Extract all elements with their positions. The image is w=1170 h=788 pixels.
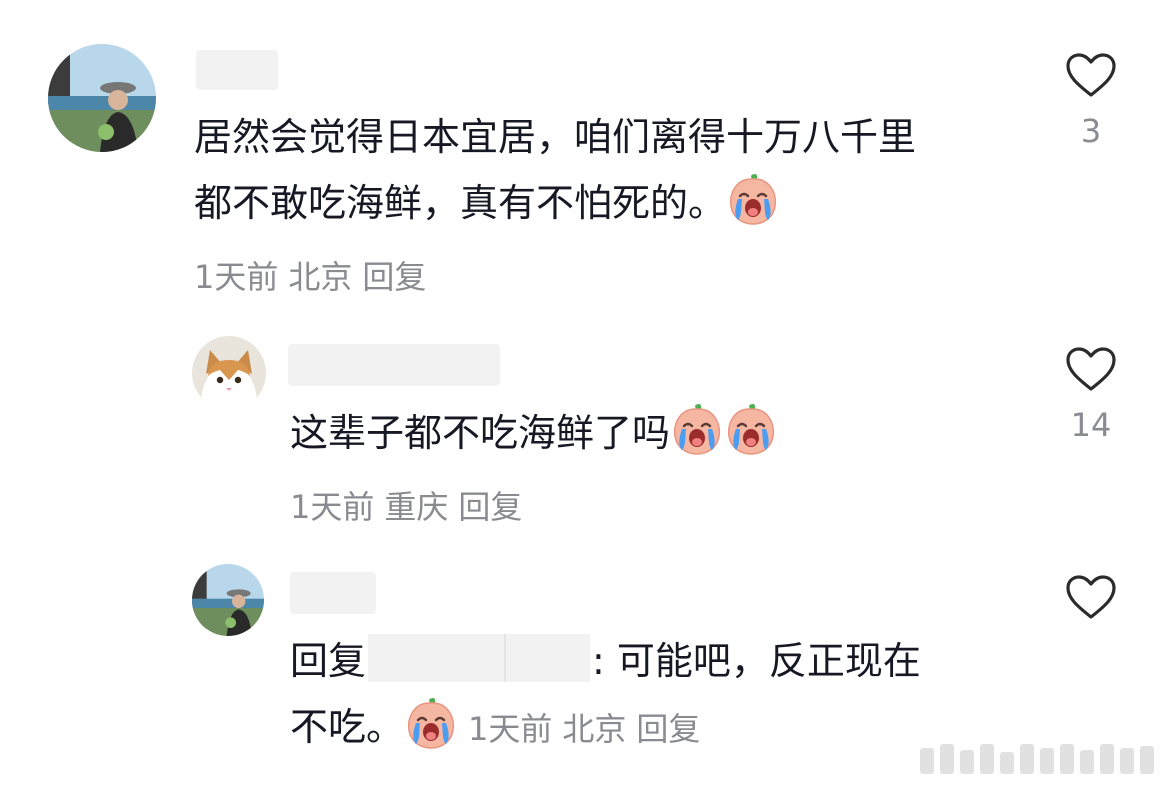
- crying-peach-emoji-icon: [670, 402, 724, 456]
- comment-meta: 1天前 北京 回复: [194, 252, 436, 298]
- heart-outline-icon: [1066, 53, 1116, 97]
- commenter-avatar[interactable]: [192, 336, 266, 410]
- commenter-name-redacted[interactable]: [288, 344, 500, 386]
- like-count: 14: [1070, 406, 1112, 444]
- comment-text: 回复: 可能吧，反正现在 不吃。 1天前 北京 回复: [290, 628, 921, 762]
- comment-text: 这辈子都不吃海鲜了吗: [290, 400, 778, 466]
- like-button[interactable]: [1056, 574, 1126, 620]
- like-count: 3: [1080, 112, 1102, 150]
- comment-location: 北京: [288, 258, 353, 296]
- comment-location: 北京: [562, 710, 627, 748]
- commenter-name-redacted[interactable]: [290, 572, 376, 614]
- heart-outline-icon: [1066, 347, 1116, 391]
- comment-time: 1天前: [468, 710, 553, 748]
- comment-meta: 1天前 重庆 回复: [290, 482, 532, 528]
- like-button[interactable]: 3: [1056, 52, 1126, 150]
- commenter-avatar[interactable]: [48, 44, 156, 152]
- watermark: [920, 744, 1154, 774]
- heart-outline-icon: [1066, 575, 1116, 619]
- crying-peach-emoji-icon: [726, 172, 780, 226]
- comment-location: 重庆: [384, 488, 449, 526]
- reply-prefix: 回复: [290, 639, 367, 683]
- reply-button[interactable]: 回复: [362, 258, 426, 296]
- crying-peach-emoji-icon: [404, 696, 458, 750]
- like-button[interactable]: 14: [1056, 346, 1126, 444]
- commenter-name-redacted[interactable]: [196, 50, 278, 90]
- reply-button[interactable]: 回复: [458, 488, 522, 526]
- comment-text: 居然会觉得日本宜居，咱们离得十万八千里 都不敢吃海鲜，真有不怕死的。: [194, 115, 917, 226]
- commenter-avatar[interactable]: [192, 564, 264, 636]
- mentioned-user-redacted[interactable]: [368, 634, 591, 682]
- reply-button[interactable]: 回复: [636, 710, 700, 748]
- comment-time: 1天前: [290, 488, 375, 526]
- comment-time: 1天前: [194, 258, 279, 296]
- crying-peach-emoji-icon: [724, 402, 778, 456]
- comment-meta: 1天前 北京 回复: [468, 710, 710, 748]
